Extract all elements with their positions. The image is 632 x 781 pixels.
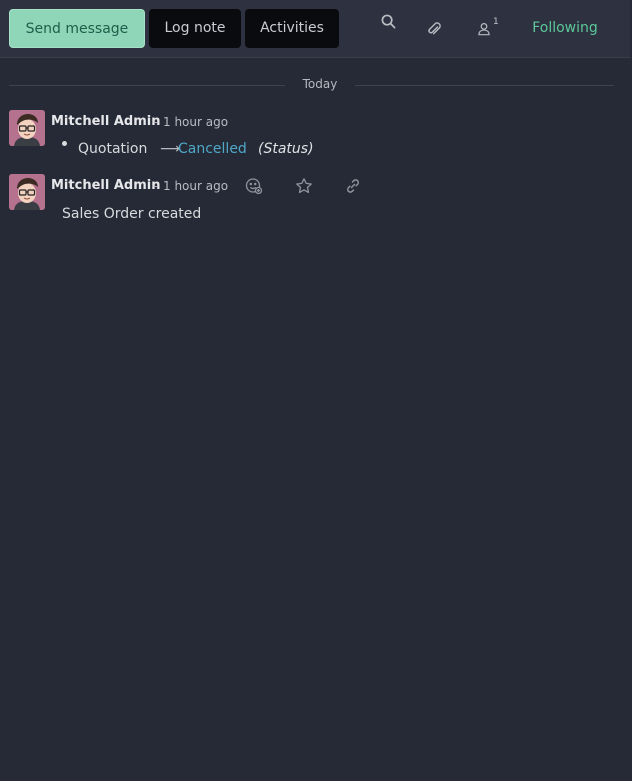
send-message-button[interactable]: Send message [9, 9, 145, 48]
add-reaction-icon[interactable] [243, 175, 265, 197]
search-icon[interactable] [376, 9, 400, 33]
tracking-field-name: (Status) [258, 141, 314, 157]
avatar[interactable] [9, 174, 45, 210]
followers-count: 1 [493, 17, 499, 27]
activities-button[interactable]: Activities [245, 9, 339, 48]
tracking-new-value: Cancelled [178, 141, 247, 157]
separator-line-left [9, 85, 285, 86]
message-time: 1 hour ago [163, 179, 229, 193]
paperclip-icon[interactable] [422, 17, 446, 41]
avatar[interactable] [9, 110, 45, 146]
log-note-button[interactable]: Log note [149, 9, 241, 48]
author-time-separator: - [153, 179, 158, 193]
link-icon[interactable] [342, 175, 364, 197]
message-author[interactable]: Mitchell Admin [51, 114, 160, 129]
tracking-old-value: Quotation [78, 141, 148, 157]
message-body: Sales Order created [62, 206, 202, 222]
tracking-bullet [62, 141, 67, 146]
message-author[interactable]: Mitchell Admin [51, 178, 160, 193]
message-time: 1 hour ago [163, 115, 229, 129]
separator-line-right [355, 85, 614, 86]
date-separator: Today [9, 76, 614, 96]
star-icon[interactable] [293, 175, 315, 197]
following-button[interactable]: Following [520, 9, 610, 48]
author-time-separator: - [153, 115, 158, 129]
date-separator-label: Today [302, 77, 338, 91]
chatter-topbar: Send message Log note Activities 1 Follo… [0, 0, 630, 58]
